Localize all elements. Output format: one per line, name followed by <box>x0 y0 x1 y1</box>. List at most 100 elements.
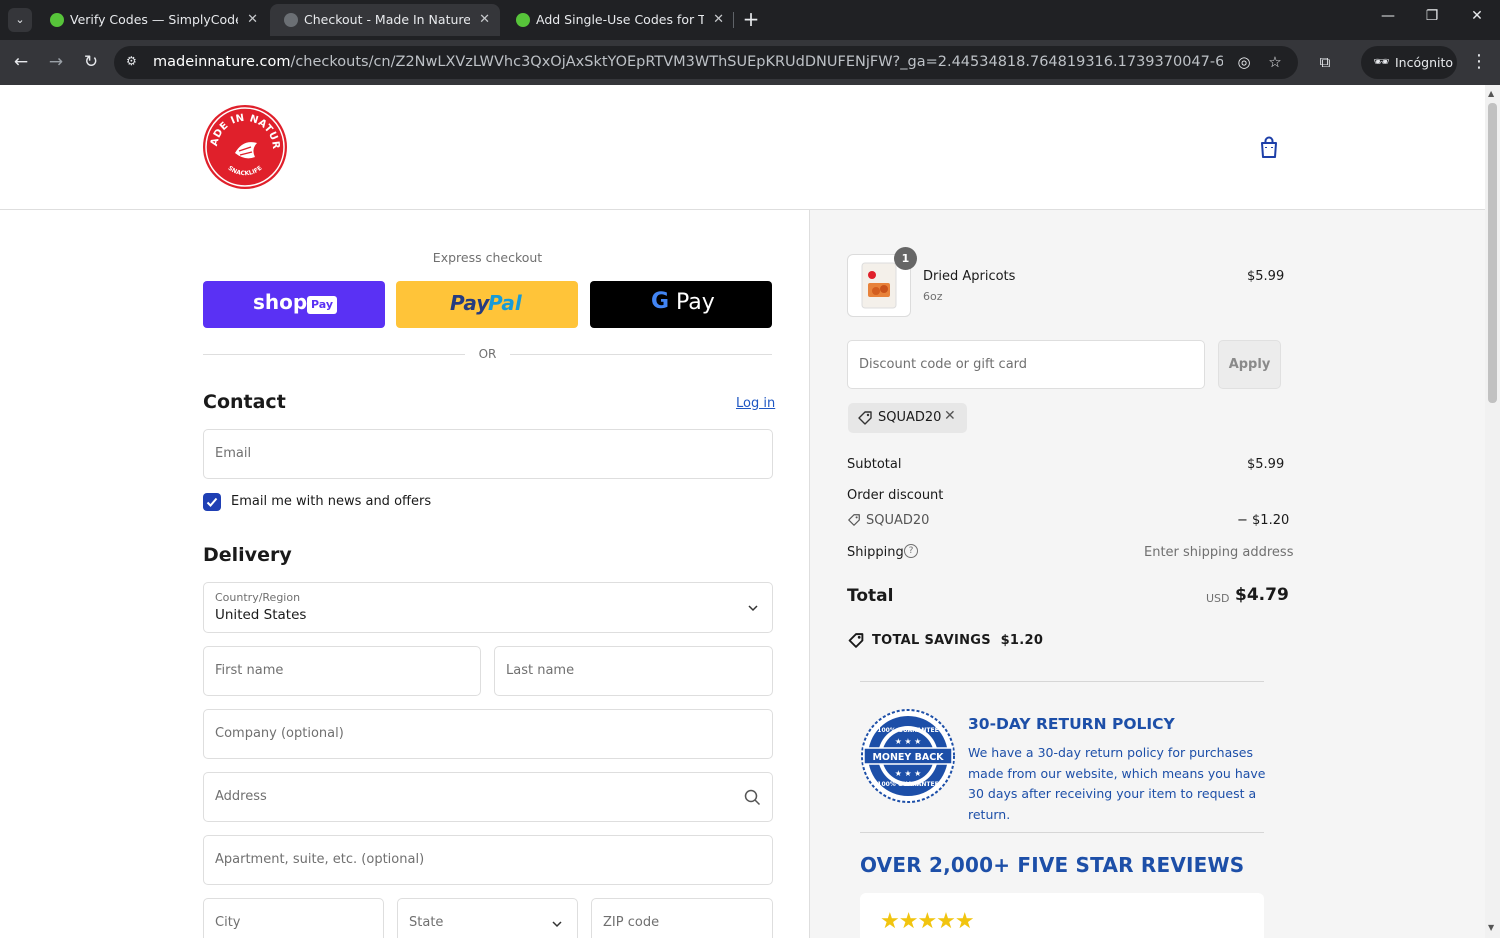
url-text: madeinnature.com/checkouts/cn/Z2NwLXVzLW… <box>153 54 1223 70</box>
or-divider-label: OR <box>478 347 497 361</box>
close-tab-icon[interactable]: ✕ <box>479 4 490 36</box>
subtotal-value: $5.99 <box>1247 457 1285 472</box>
tab-add-codes[interactable]: Add Single-Use Codes for Team ✕ <box>502 4 734 36</box>
city-field[interactable]: City <box>203 898 384 938</box>
tag-icon <box>848 514 860 526</box>
svg-text:100% GUARANTEE: 100% GUARANTEE <box>877 727 938 734</box>
checkout-page: MADE IN NATURE SNACKLIFE Express checkou… <box>0 85 1485 938</box>
simplycodes-favicon-icon <box>516 13 530 27</box>
product-price: $5.99 <box>1247 269 1285 284</box>
express-checkout-label: Express checkout <box>432 250 543 265</box>
apartment-field[interactable]: Apartment, suite, etc. (optional) <box>203 835 773 885</box>
news-offers-label: Email me with news and offers <box>231 494 432 509</box>
svg-text:MONEY BACK: MONEY BACK <box>872 752 944 763</box>
tab-separator <box>733 12 734 28</box>
subtotal-label: Subtotal <box>847 457 902 472</box>
google-g-icon: G <box>651 289 670 314</box>
shipping-label: Shipping <box>847 545 904 560</box>
checkmark-icon <box>206 497 218 507</box>
svg-text:100% GUARANTEE: 100% GUARANTEE <box>877 781 938 788</box>
discount-value: − $1.20 <box>1237 513 1290 528</box>
remove-discount-icon[interactable]: ✕ <box>944 408 956 424</box>
total-savings: TOTAL SAVINGS $1.20 <box>872 633 1044 648</box>
back-icon[interactable]: ← <box>9 50 33 74</box>
scroll-down-arrow-icon[interactable]: ▼ <box>1488 923 1494 932</box>
product-variant: 6oz <box>923 290 943 303</box>
contact-heading: Contact <box>203 391 286 413</box>
total-value: $4.79 <box>1235 585 1289 605</box>
delivery-heading: Delivery <box>203 544 292 566</box>
close-tab-icon[interactable]: ✕ <box>713 4 724 36</box>
return-policy-title: 30-DAY RETURN POLICY <box>968 715 1175 733</box>
browser-tab-bar: ⌄ Verify Codes — SimplyCodes ✕ Checkout … <box>0 0 1500 40</box>
made-in-nature-logo[interactable]: MADE IN NATURE SNACKLIFE <box>198 97 287 189</box>
product-name: Dried Apricots <box>923 269 1016 284</box>
minimize-icon[interactable]: — <box>1378 8 1398 24</box>
divider-line <box>203 354 465 355</box>
reviews-heading: OVER 2,000+ FIVE STAR REVIEWS <box>860 853 1245 877</box>
total-label: Total <box>847 586 894 606</box>
tracking-protection-eye-icon[interactable]: ◎ <box>1234 53 1254 71</box>
scrollbar-thumb[interactable] <box>1488 103 1497 403</box>
login-link[interactable]: Log in <box>736 396 775 411</box>
applied-discount-chip: SQUAD20 ✕ <box>848 403 967 433</box>
chevron-down-icon <box>748 605 758 612</box>
svg-text:MADE IN NATURE: MADE IN NATURE <box>203 105 281 150</box>
search-icon <box>744 789 761 806</box>
restore-icon[interactable]: ❐ <box>1422 8 1442 24</box>
order-summary-panel <box>809 210 1485 938</box>
return-policy-text: We have a 30-day return policy for purch… <box>968 745 1266 822</box>
tab-verify-codes[interactable]: Verify Codes — SimplyCodes ✕ <box>36 4 268 36</box>
browser-menu-icon[interactable]: ⋮ <box>1470 51 1488 72</box>
page-scrollbar[interactable]: ▲ ▼ <box>1485 85 1500 938</box>
discount-code-label: SQUAD20 <box>866 513 930 528</box>
site-info-icon[interactable]: ⚙ <box>126 54 142 70</box>
cart-bag-icon[interactable] <box>1258 135 1280 159</box>
tag-icon <box>858 411 872 425</box>
five-star-rating-icon: ★★★★★ <box>880 909 975 934</box>
shipping-value: Enter shipping address <box>1144 545 1294 560</box>
chevron-down-icon <box>552 921 562 928</box>
page-favicon-icon <box>284 13 298 27</box>
address-bar[interactable]: ⚙ madeinnature.com/checkouts/cn/Z2NwLXVz… <box>114 46 1298 79</box>
total-currency: USD <box>1206 592 1230 605</box>
divider-line <box>860 681 1264 682</box>
shipping-info-icon[interactable]: ? <box>904 544 918 558</box>
email-field[interactable]: Email <box>203 429 773 479</box>
money-back-guarantee-badge: MONEY BACK 100% GUARANTEE 100% GUARANTEE… <box>860 708 956 804</box>
close-window-icon[interactable]: ✕ <box>1467 8 1487 24</box>
apply-discount-button[interactable]: Apply <box>1218 340 1281 389</box>
svg-text:★ ★ ★: ★ ★ ★ <box>895 737 922 746</box>
browser-toolbar: ← → ↻ ⚙ madeinnature.com/checkouts/cn/Z2… <box>0 40 1500 85</box>
close-tab-icon[interactable]: ✕ <box>247 4 258 36</box>
incognito-indicator[interactable]: 🕶 Incógnito <box>1361 46 1457 79</box>
paypal-button[interactable]: Pay Pal <box>396 281 578 328</box>
address-field[interactable]: Address <box>203 772 773 822</box>
discount-code-field[interactable]: Discount code or gift card <box>847 340 1205 389</box>
order-discount-label: Order discount <box>847 488 944 503</box>
news-offers-checkbox[interactable] <box>203 493 221 511</box>
google-pay-button[interactable]: G Pay <box>590 281 772 328</box>
incognito-icon: 🕶 <box>1373 55 1390 70</box>
site-header: MADE IN NATURE SNACKLIFE <box>0 85 1485 210</box>
last-name-field[interactable]: Last name <box>494 646 773 696</box>
country-region-select[interactable]: Country/Region United States <box>203 582 773 633</box>
bookmark-star-icon[interactable]: ☆ <box>1265 53 1285 71</box>
forward-icon[interactable]: → <box>44 50 68 74</box>
svg-text:SNACKLIFE: SNACKLIFE <box>227 165 264 178</box>
savings-tag-icon <box>848 633 864 648</box>
shop-pay-button[interactable]: shop Pay <box>203 281 385 328</box>
company-field[interactable]: Company (optional) <box>203 709 773 759</box>
new-tab-button[interactable]: + <box>740 6 762 34</box>
divider-line <box>510 354 772 355</box>
simplycodes-favicon-icon <box>50 13 64 27</box>
divider-line <box>860 832 1264 833</box>
reload-icon[interactable]: ↻ <box>79 50 103 74</box>
extensions-icon[interactable]: ⧉ <box>1315 53 1335 71</box>
first-name-field[interactable]: First name <box>203 646 481 696</box>
state-select[interactable]: State <box>397 898 578 938</box>
zip-code-field[interactable]: ZIP code <box>591 898 773 938</box>
scroll-up-arrow-icon[interactable]: ▲ <box>1488 89 1494 98</box>
tab-checkout[interactable]: Checkout - Made In Nature ✕ <box>270 4 500 36</box>
tab-search-button[interactable]: ⌄ <box>8 8 32 32</box>
